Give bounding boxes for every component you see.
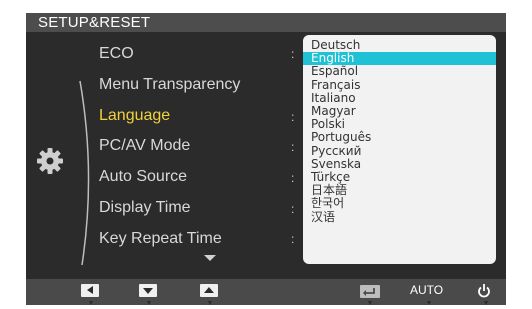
language-option[interactable]: 汉语 <box>303 210 496 224</box>
value-separator: : <box>291 47 295 61</box>
page-title: SETUP&RESET <box>38 14 151 31</box>
menu-item-pc-av-mode[interactable]: PC/AV Mode <box>99 137 190 159</box>
button-marker <box>484 301 488 305</box>
menu-item-language[interactable]: Language <box>99 107 170 129</box>
button-marker <box>208 301 212 305</box>
arrow-left-icon[interactable] <box>81 284 99 297</box>
value-separator: : <box>291 202 295 216</box>
language-option[interactable]: Svenska <box>303 157 496 171</box>
menu-item-key-repeat-time[interactable]: Key Repeat Time <box>99 230 222 252</box>
menu-item-eco[interactable]: ECO <box>99 45 134 67</box>
language-option[interactable]: Русский <box>303 144 496 158</box>
language-option[interactable]: English <box>303 52 496 66</box>
button-marker <box>147 301 151 305</box>
menu-item-display-time[interactable]: Display Time <box>99 199 191 221</box>
language-option[interactable]: Magyar <box>303 105 496 118</box>
language-option[interactable]: Italiano <box>303 91 496 105</box>
button-marker <box>368 301 372 305</box>
language-option[interactable]: Français <box>303 78 496 92</box>
value-separator: : <box>291 110 295 124</box>
menu-item-menu-transparency[interactable]: Menu Transparency <box>99 76 240 98</box>
language-option[interactable]: 日本語 <box>303 184 496 197</box>
language-option[interactable]: Español <box>303 65 496 78</box>
scroll-down-icon[interactable] <box>204 255 216 261</box>
button-marker-row <box>0 301 532 309</box>
language-option[interactable]: Polski <box>303 118 496 131</box>
button-marker <box>89 301 93 305</box>
auto-button[interactable]: AUTO <box>410 283 443 297</box>
button-marker <box>427 301 431 305</box>
language-option[interactable]: Deutsch <box>303 39 496 52</box>
arrow-down-icon[interactable] <box>139 284 157 297</box>
power-icon[interactable] <box>477 283 491 299</box>
value-separator: : <box>291 140 295 154</box>
language-option[interactable]: 한국어 <box>303 197 496 210</box>
value-separator: : <box>291 171 295 185</box>
gear-icon <box>37 148 63 174</box>
menu-item-auto-source[interactable]: Auto Source <box>99 168 187 190</box>
language-dropdown-list[interactable]: Deutsch English Español Français Italiano Mag… <box>303 35 496 264</box>
value-separator: : <box>291 232 295 246</box>
language-option[interactable]: Português <box>303 131 496 144</box>
title-bar: SETUP&RESET <box>26 13 506 32</box>
arrow-up-icon[interactable] <box>200 284 218 297</box>
enter-icon[interactable] <box>360 285 380 298</box>
